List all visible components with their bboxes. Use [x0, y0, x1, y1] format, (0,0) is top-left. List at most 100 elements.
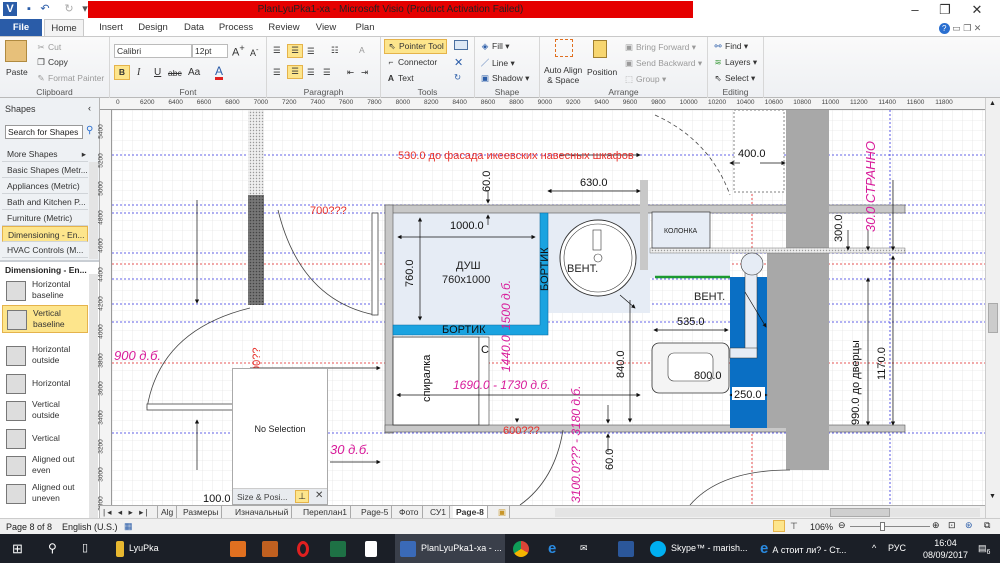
language-indicator[interactable]: English (U.S.) — [62, 522, 118, 532]
more-shapes-item[interactable]: More Shapes ▸ — [2, 146, 88, 162]
chrome-icon[interactable] — [513, 534, 534, 563]
label-1500[interactable]: 1500 д.б. — [499, 280, 513, 330]
tab-review[interactable]: Review — [262, 19, 306, 37]
pan-zoom-icon[interactable]: ⊛ — [965, 520, 973, 531]
label-bortik-vertical[interactable]: БОРТИК — [539, 247, 551, 291]
mail-icon[interactable]: ✉ — [580, 534, 588, 563]
stencil-basic-shapes[interactable]: Basic Shapes (Metr... — [2, 162, 88, 178]
shape-horizontal[interactable]: Horizontal — [2, 370, 88, 398]
zoom-in-icon[interactable]: ⊕ — [932, 520, 940, 531]
text-button[interactable]: A Text — [386, 73, 414, 83]
label-facade[interactable]: 530.0 до фасада икеевских навесных шкафо… — [398, 150, 634, 162]
stencil-bath-kitchen[interactable]: Bath and Kitchen P... — [2, 194, 88, 210]
zoom-level[interactable]: 106% — [810, 522, 833, 532]
horizontal-scrollbar[interactable] — [555, 508, 980, 517]
tab-plan[interactable]: Plan — [350, 19, 380, 37]
app-icon-2[interactable] — [262, 534, 283, 563]
label-spiralka[interactable]: спиралка — [421, 354, 433, 402]
help-icon[interactable]: ? — [938, 23, 950, 34]
app-icon-1[interactable] — [230, 534, 251, 563]
change-case-button[interactable]: Aa — [188, 67, 200, 78]
fit-page-icon[interactable]: ⊡ — [948, 520, 956, 531]
zoom-slider-thumb[interactable] — [880, 522, 885, 531]
send-backward-button[interactable]: ▣ Send Backward ▾ — [624, 58, 702, 69]
switch-windows-icon[interactable]: ⧉ — [984, 520, 990, 531]
tray-chevron-icon[interactable]: ^ — [872, 534, 876, 563]
page-indicator[interactable]: Page 8 of 8 — [6, 522, 52, 532]
store-icon[interactable] — [365, 534, 382, 563]
taskbar-item-visio[interactable]: PlanLyuPka1-xa - ... — [395, 534, 505, 563]
notifications-icon[interactable]: ▤6 — [978, 534, 990, 563]
macro-icon[interactable]: ▦ — [124, 521, 133, 532]
stencil-dimensioning[interactable]: Dimensioning - En... — [2, 226, 88, 242]
line-button[interactable]: ／ Line ▾ — [480, 57, 515, 69]
rectangle-tool-icon[interactable] — [454, 40, 468, 50]
shape-vertical[interactable]: Vertical — [2, 425, 88, 453]
taskbar-item-skype[interactable]: Skype™ - marish... — [650, 534, 755, 563]
label-vent-sink[interactable]: ВЕНТ. — [567, 263, 598, 275]
tab-data[interactable]: Data — [176, 19, 212, 37]
label-400[interactable]: 400.0 — [738, 148, 766, 160]
shape-aligned-out-even[interactable]: Aligned out even — [2, 452, 88, 480]
format-painter-button[interactable]: ✎ Format Painter — [36, 73, 104, 84]
stencil-hvac-controls[interactable]: HVAC Controls (M... — [2, 242, 88, 258]
label-300[interactable]: 300.0 — [833, 214, 845, 242]
save-icon[interactable]: ▪ — [22, 2, 36, 16]
scroll-up-icon[interactable]: ▲ — [989, 100, 996, 107]
label-c[interactable]: С — [481, 344, 489, 356]
shape-horizontal-outside[interactable]: Horizontal outside — [2, 342, 88, 370]
shadow-button[interactable]: ▣ Shadow ▾ — [480, 73, 529, 84]
justify-icon[interactable]: ☰ — [323, 67, 331, 78]
fill-button[interactable]: ◈ Fill ▾ — [480, 41, 510, 52]
column[interactable] — [786, 110, 829, 470]
tab-view[interactable]: View — [310, 19, 342, 37]
word-icon[interactable] — [618, 534, 639, 563]
label-bortik-horizontal[interactable]: БОРТИК — [442, 324, 486, 336]
label-760[interactable]: 760.0 — [404, 259, 416, 287]
tab-home[interactable]: Home — [44, 19, 84, 37]
align-left-icon[interactable]: ☰ — [273, 67, 281, 78]
shape-vertical-baseline[interactable]: Vertical baseline — [2, 305, 88, 333]
bold-button[interactable]: B — [114, 65, 130, 80]
ribbon-window-controls[interactable]: ? ▭ ❐ ✕ — [925, 19, 995, 37]
zoom-out-icon[interactable]: ⊖ — [838, 520, 846, 531]
label-60-top[interactable]: 60.0 — [481, 171, 493, 192]
label-1000[interactable]: 1000.0 — [450, 220, 484, 232]
label-250[interactable]: 250.0 — [734, 389, 762, 401]
label-100[interactable]: 100.0 — [203, 493, 231, 505]
label-dush-size[interactable]: 760x1000 — [442, 274, 490, 286]
stencil-scrollbar[interactable] — [89, 274, 98, 518]
font-name-select[interactable]: Calibri — [114, 44, 192, 58]
font-size-select[interactable]: 12pt — [192, 44, 228, 58]
align-right-icon[interactable]: ☰ — [307, 67, 315, 78]
label-3100[interactable]: 3100.0??? - 3180 д.б. — [569, 386, 583, 503]
undo-icon[interactable]: ↶ — [38, 2, 52, 16]
bullets-icon[interactable]: ☷ — [331, 45, 339, 56]
pin-icon[interactable]: ⊥ — [295, 490, 309, 503]
label-900[interactable]: 900 д.б. — [114, 348, 161, 363]
shape-aligned-out-uneven[interactable]: Aligned out uneven — [2, 480, 88, 508]
search-icon[interactable]: ⚲ — [86, 125, 93, 136]
label-60-bottom[interactable]: 60.0 — [604, 449, 616, 470]
paste-icon[interactable] — [5, 40, 27, 62]
connection-point-icon[interactable]: ✕ — [454, 56, 463, 69]
scroll-down-icon[interactable]: ▼ — [989, 493, 996, 500]
cut-button[interactable]: ✂ Cut — [36, 42, 61, 53]
taskbar-item-ie[interactable]: eА стоит ли? - Ст... — [760, 534, 865, 563]
copy-button[interactable]: ❐ Copy — [36, 57, 68, 68]
label-535[interactable]: 535.0 — [677, 316, 705, 328]
label-990[interactable]: 990.0 до дверцы — [850, 340, 862, 425]
label-840[interactable]: 840.0 — [615, 350, 627, 378]
restore-button[interactable]: ❐ — [930, 2, 960, 18]
redo-icon[interactable]: ↻ — [62, 2, 76, 16]
zoom-slider[interactable] — [850, 526, 930, 527]
underline-button[interactable]: U — [154, 67, 161, 78]
full-screen-icon[interactable] — [773, 520, 785, 532]
find-button[interactable]: ⚯ Find ▾ — [713, 41, 748, 52]
text-direction-icon[interactable]: A — [359, 45, 365, 55]
tab-insert[interactable]: Insert — [90, 19, 132, 37]
language-tray[interactable]: РУС — [888, 534, 906, 563]
align-bottom-icon[interactable]: ☰ — [307, 46, 315, 57]
italic-button[interactable]: I — [137, 67, 140, 78]
clock[interactable]: 16:04 08/09/2017 — [918, 534, 973, 563]
